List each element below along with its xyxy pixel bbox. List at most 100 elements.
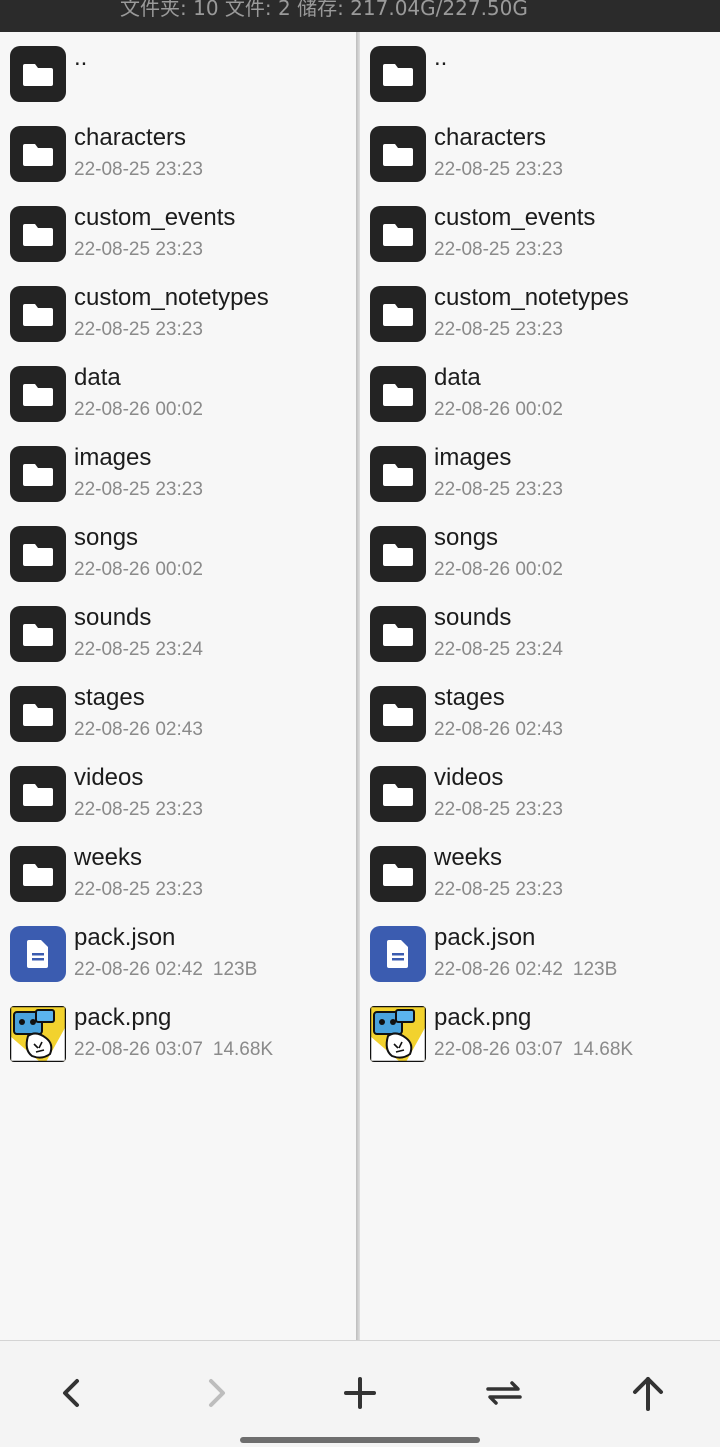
image-thumbnail-icon [370,1006,426,1062]
list-item-characters[interactable]: characters 22-08-25 23:23 [360,116,720,196]
item-name: .. [434,44,448,71]
item-name: custom_notetypes [74,284,269,311]
item-date: 22-08-26 02:43 [434,719,563,740]
item-name: pack.json [74,924,176,951]
item-meta: 22-08-25 23:23 [434,239,563,261]
document-icon [370,926,426,982]
item-meta: 22-08-25 23:23 [74,319,203,341]
folder-icon [10,46,66,102]
list-item-data[interactable]: data 22-08-26 00:02 [0,356,356,436]
parent-folder-button[interactable] [618,1363,678,1423]
folder-icon [370,526,426,582]
list-item-songs[interactable]: songs 22-08-26 00:02 [0,516,356,596]
chevron-right-icon [209,1379,225,1407]
list-item-sounds[interactable]: sounds 22-08-25 23:24 [360,596,720,676]
item-name: data [74,364,121,391]
folder-icon [370,286,426,342]
item-date: 22-08-26 03:07 [434,1039,563,1060]
item-date: 22-08-26 00:02 [434,559,563,580]
item-meta: 22-08-26 02:42 123B [74,959,257,981]
item-date: 22-08-25 23:23 [74,479,203,500]
status-bar: 文件夹: 10 文件: 2 储存: 217.04G/227.50G [0,0,720,32]
list-item-weeks[interactable]: weeks 22-08-25 23:23 [360,836,720,916]
item-name: custom_events [74,204,236,231]
item-date: 22-08-25 23:24 [74,639,203,660]
list-item-custom-events[interactable]: custom_events 22-08-25 23:23 [0,196,356,276]
item-name: pack.json [434,924,536,951]
item-meta: 22-08-25 23:23 [434,479,563,501]
item-name: weeks [434,844,503,871]
list-item-characters[interactable]: characters 22-08-25 23:23 [0,116,356,196]
folder-icon [10,606,66,662]
item-meta: 22-08-26 00:02 [74,559,203,581]
list-item-parent[interactable]: .. [0,36,356,116]
item-meta: 22-08-25 23:23 [74,799,203,821]
list-item-pack-png[interactable]: pack.png 22-08-26 03:07 14.68K [0,996,356,1076]
item-name: characters [74,124,187,151]
back-button[interactable] [42,1363,102,1423]
list-item-data[interactable]: data 22-08-26 00:02 [360,356,720,436]
left-pane: .. characters 22-08-25 23:23 custom_events 2… [0,32,356,1340]
list-item-videos[interactable]: videos 22-08-25 23:23 [0,756,356,836]
item-name: sounds [434,604,512,631]
folder-icon [10,766,66,822]
item-name: sounds [74,604,152,631]
swap-panes-button[interactable] [474,1363,534,1423]
item-date: 22-08-25 23:23 [434,479,563,500]
item-name: data [434,364,481,391]
item-name: characters [434,124,547,151]
folder-icon [370,606,426,662]
list-item-sounds[interactable]: sounds 22-08-25 23:24 [0,596,356,676]
item-date: 22-08-25 23:23 [434,319,563,340]
item-size: 123B [572,959,618,980]
list-item-videos[interactable]: videos 22-08-25 23:23 [360,756,720,836]
item-date: 22-08-25 23:23 [74,799,203,820]
home-indicator[interactable] [240,1437,480,1443]
item-meta: 22-08-26 00:02 [74,399,203,421]
item-meta: 22-08-26 03:07 14.68K [434,1039,633,1061]
folder-icon [10,286,66,342]
item-date: 22-08-25 23:23 [74,879,203,900]
list-item-pack-png[interactable]: pack.png 22-08-26 03:07 14.68K [360,996,720,1076]
plus-icon [344,1377,376,1409]
folder-icon [10,206,66,262]
item-date: 22-08-25 23:23 [434,159,563,180]
swap-arrows-icon [486,1381,522,1405]
list-item-parent[interactable]: .. [360,36,720,116]
item-meta: 22-08-25 23:23 [74,239,203,261]
folder-icon [10,446,66,502]
folder-icon [370,46,426,102]
list-item-songs[interactable]: songs 22-08-26 00:02 [360,516,720,596]
bottom-toolbar [0,1340,720,1447]
list-item-stages[interactable]: stages 22-08-26 02:43 [0,676,356,756]
image-thumbnail-icon [10,1006,66,1062]
item-date: 22-08-25 23:23 [434,239,563,260]
item-size: 14.68K [212,1039,274,1060]
list-item-images[interactable]: images 22-08-25 23:23 [360,436,720,516]
folder-icon [10,366,66,422]
item-date: 22-08-25 23:23 [74,239,203,260]
item-date: 22-08-25 23:24 [434,639,563,660]
item-date: 22-08-26 00:02 [434,399,563,420]
item-name: images [434,444,512,471]
list-item-weeks[interactable]: weeks 22-08-25 23:23 [0,836,356,916]
list-item-custom-events[interactable]: custom_events 22-08-25 23:23 [360,196,720,276]
folder-icon [370,126,426,182]
folder-icon [370,206,426,262]
list-item-pack-json[interactable]: pack.json 22-08-26 02:42 123B [0,916,356,996]
forward-button[interactable] [186,1363,246,1423]
list-item-stages[interactable]: stages 22-08-26 02:43 [360,676,720,756]
new-item-button[interactable] [330,1363,390,1423]
item-date: 22-08-25 23:23 [434,879,563,900]
item-date: 22-08-26 03:07 [74,1039,203,1060]
folder-icon [370,366,426,422]
item-date: 22-08-25 23:23 [74,159,203,180]
item-size: 14.68K [572,1039,634,1060]
item-meta: 22-08-26 02:42 123B [434,959,617,981]
list-item-pack-json[interactable]: pack.json 22-08-26 02:42 123B [360,916,720,996]
list-item-custom-notetypes[interactable]: custom_notetypes 22-08-25 23:23 [0,276,356,356]
folder-icon [370,686,426,742]
item-date: 22-08-26 00:02 [74,399,203,420]
list-item-images[interactable]: images 22-08-25 23:23 [0,436,356,516]
list-item-custom-notetypes[interactable]: custom_notetypes 22-08-25 23:23 [360,276,720,356]
